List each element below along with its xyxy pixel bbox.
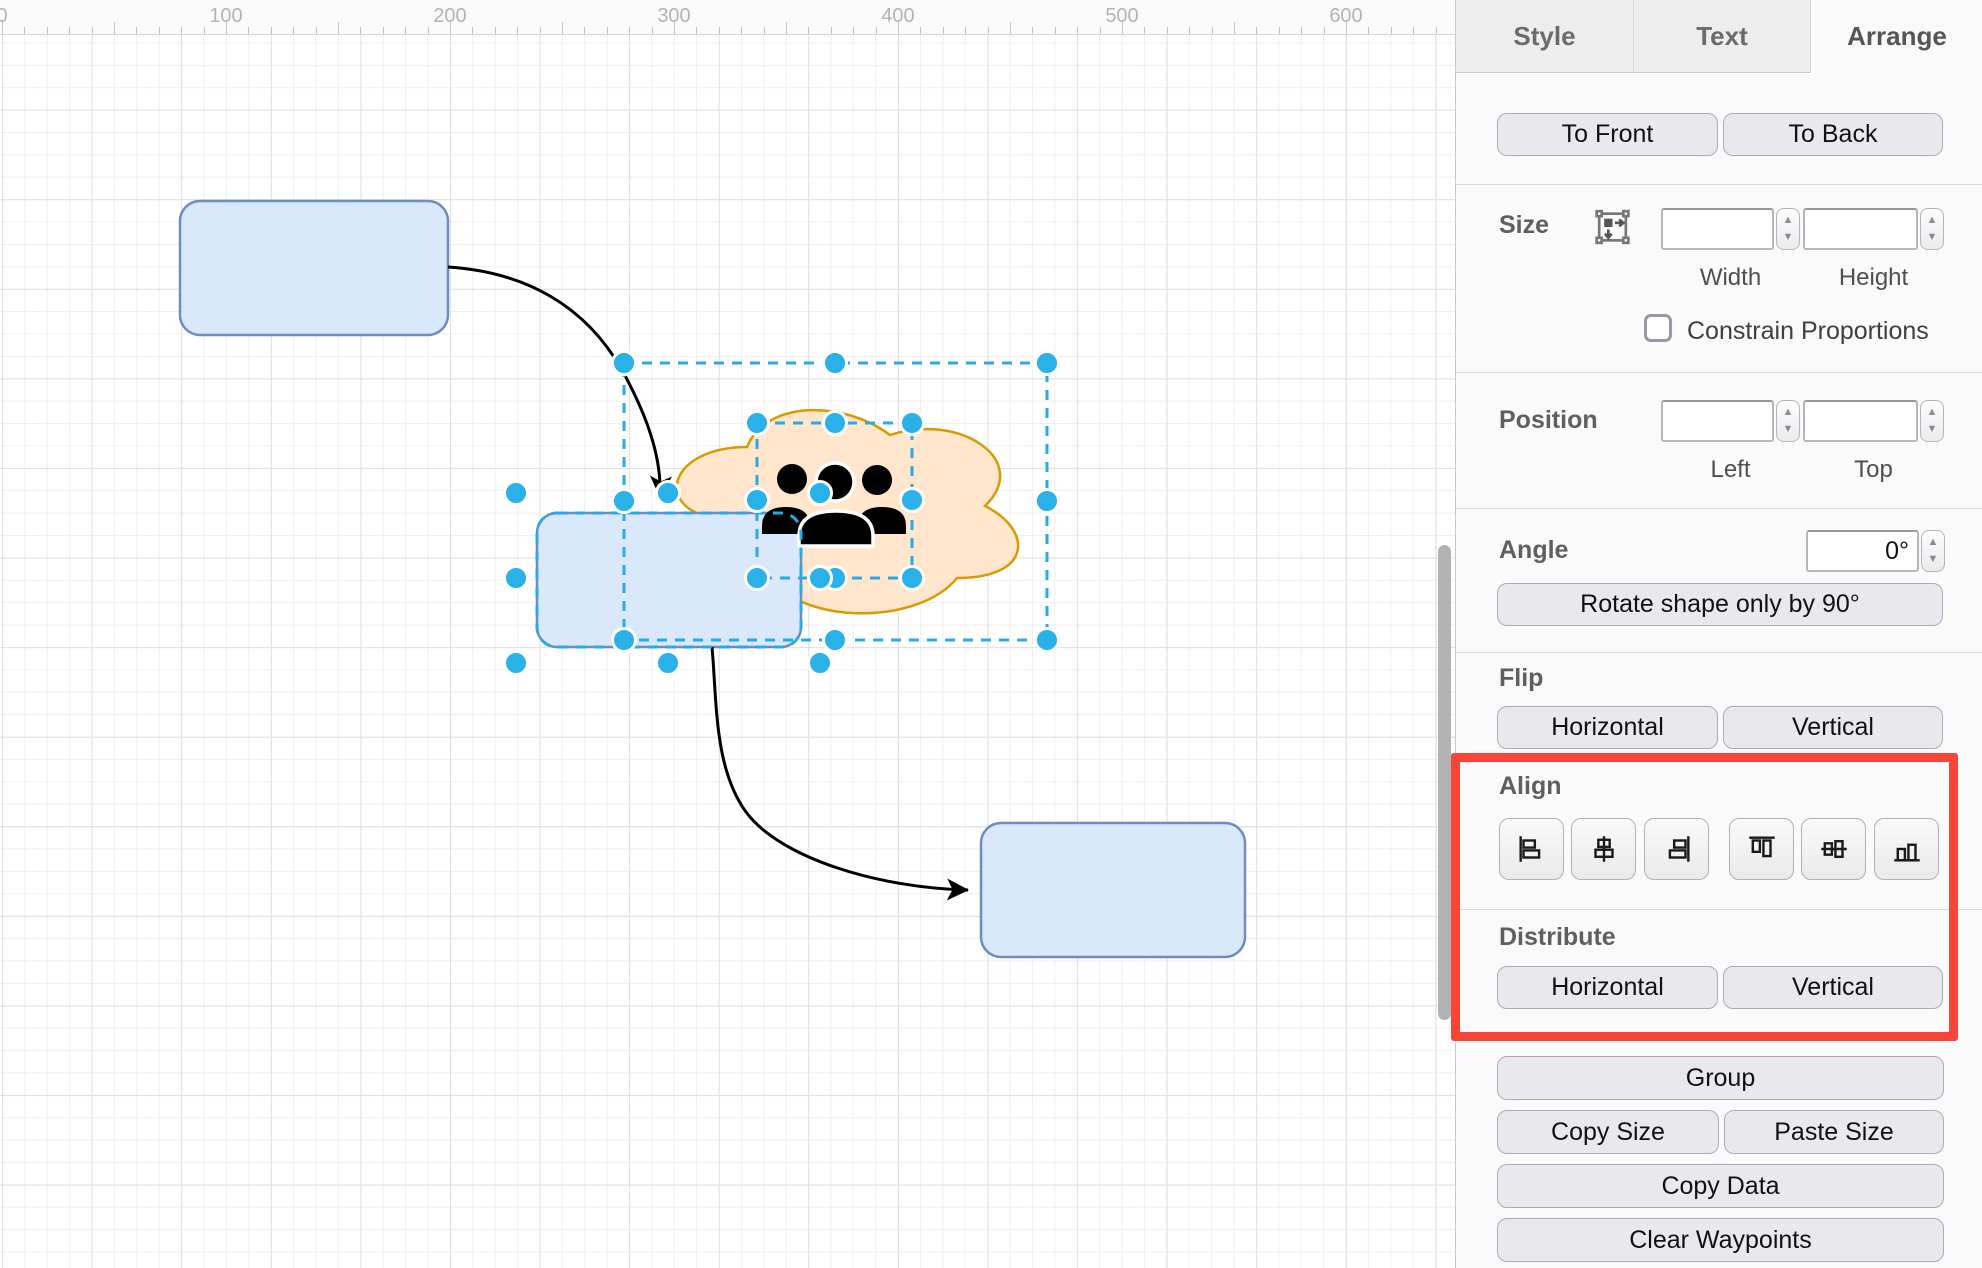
flip-vertical-button[interactable]: Vertical	[1723, 706, 1943, 749]
to-front-button[interactable]: To Front	[1497, 113, 1718, 156]
rotate-90-button[interactable]: Rotate shape only by 90°	[1497, 583, 1943, 626]
to-back-button[interactable]: To Back	[1723, 113, 1943, 156]
paste-size-button[interactable]: Paste Size	[1724, 1110, 1944, 1154]
align-left-button[interactable]	[1499, 818, 1564, 880]
copy-data-button[interactable]: Copy Data	[1497, 1164, 1944, 1208]
left-stepper[interactable]: ▲▼	[1776, 400, 1800, 442]
align-center-horizontal-button[interactable]	[1571, 818, 1636, 880]
tab-style[interactable]: Style	[1456, 0, 1633, 73]
tab-text[interactable]: Text	[1633, 0, 1811, 73]
align-label: Align	[1499, 772, 1562, 801]
resize-icon	[1591, 207, 1634, 252]
icon-box-handle[interactable]	[901, 567, 924, 590]
top-input[interactable]	[1803, 400, 1918, 442]
flip-horizontal-button[interactable]: Horizontal	[1497, 706, 1718, 749]
outer-box-handle[interactable]	[1036, 629, 1059, 652]
icon-box-handle[interactable]	[901, 412, 924, 435]
angle-label: Angle	[1499, 536, 1568, 565]
vertical-scrollbar[interactable]	[1438, 545, 1451, 1020]
rounded-rect-top-left[interactable]	[180, 201, 448, 335]
top-stepper[interactable]: ▲▼	[1920, 400, 1944, 442]
connector-arrow-1[interactable]	[448, 267, 660, 497]
diagram-layer	[0, 0, 1455, 1268]
align-middle-button[interactable]	[1801, 818, 1866, 880]
icon-box-handle[interactable]	[746, 412, 769, 435]
outer-box-handle[interactable]	[613, 490, 636, 513]
align-top-button[interactable]	[1729, 818, 1794, 880]
angle-input[interactable]: 0°	[1806, 530, 1919, 572]
icon-box-handle[interactable]	[746, 567, 769, 590]
left-input[interactable]	[1661, 400, 1774, 442]
rect-handle[interactable]	[505, 567, 528, 590]
outer-box-handle[interactable]	[824, 352, 847, 375]
left-caption: Left	[1661, 456, 1800, 484]
outer-box-handle[interactable]	[613, 352, 636, 375]
group-button[interactable]: Group	[1497, 1056, 1944, 1100]
clear-waypoints-button[interactable]: Clear Waypoints	[1497, 1218, 1944, 1262]
icon-box-handle[interactable]	[824, 412, 847, 435]
outer-box-handle[interactable]	[1036, 490, 1059, 513]
angle-stepper[interactable]: ▲▼	[1921, 530, 1945, 572]
distribute-label: Distribute	[1499, 923, 1616, 952]
distribute-vertical-button[interactable]: Vertical	[1723, 966, 1943, 1009]
section-divider	[1456, 372, 1982, 373]
outer-box-handle[interactable]	[613, 629, 636, 652]
width-stepper[interactable]: ▲▼	[1776, 208, 1800, 250]
rect-handle[interactable]	[809, 567, 832, 590]
section-divider	[1456, 508, 1982, 509]
align-bottom-button[interactable]	[1874, 818, 1939, 880]
width-caption: Width	[1661, 264, 1800, 292]
outer-box-handle[interactable]	[1036, 352, 1059, 375]
rect-handle[interactable]	[505, 652, 528, 675]
section-divider	[1456, 184, 1982, 185]
outer-box-handle[interactable]	[824, 629, 847, 652]
rect-handle[interactable]	[657, 652, 680, 675]
rect-handle[interactable]	[657, 482, 680, 505]
section-divider	[1456, 909, 1982, 910]
section-divider	[1456, 652, 1982, 653]
align-right-button[interactable]	[1644, 818, 1709, 880]
constrain-proportions-checkbox[interactable]	[1644, 314, 1672, 342]
height-input[interactable]	[1803, 208, 1918, 250]
rect-handle[interactable]	[505, 482, 528, 505]
connector-arrow-2[interactable]	[712, 647, 968, 890]
rect-handle[interactable]	[809, 652, 832, 675]
diagram-canvas[interactable]: 0100200300400500600	[0, 0, 1455, 1268]
flip-label: Flip	[1499, 664, 1543, 693]
icon-box-handle[interactable]	[746, 489, 769, 512]
width-input[interactable]	[1661, 208, 1774, 250]
rect-handle[interactable]	[809, 482, 832, 505]
copy-size-button[interactable]: Copy Size	[1497, 1110, 1719, 1154]
icon-box-handle[interactable]	[901, 489, 924, 512]
format-panel: Style Text Arrange To Front To Back Size…	[1455, 0, 1982, 1268]
distribute-horizontal-button[interactable]: Horizontal	[1497, 966, 1718, 1009]
height-caption: Height	[1803, 264, 1944, 292]
rounded-rect-bottom-right[interactable]	[981, 823, 1245, 957]
size-label: Size	[1499, 211, 1549, 240]
position-label: Position	[1499, 406, 1598, 435]
tab-arrange[interactable]: Arrange	[1811, 0, 1982, 73]
top-caption: Top	[1803, 456, 1944, 484]
height-stepper[interactable]: ▲▼	[1920, 208, 1944, 250]
constrain-proportions-label: Constrain Proportions	[1687, 317, 1929, 346]
